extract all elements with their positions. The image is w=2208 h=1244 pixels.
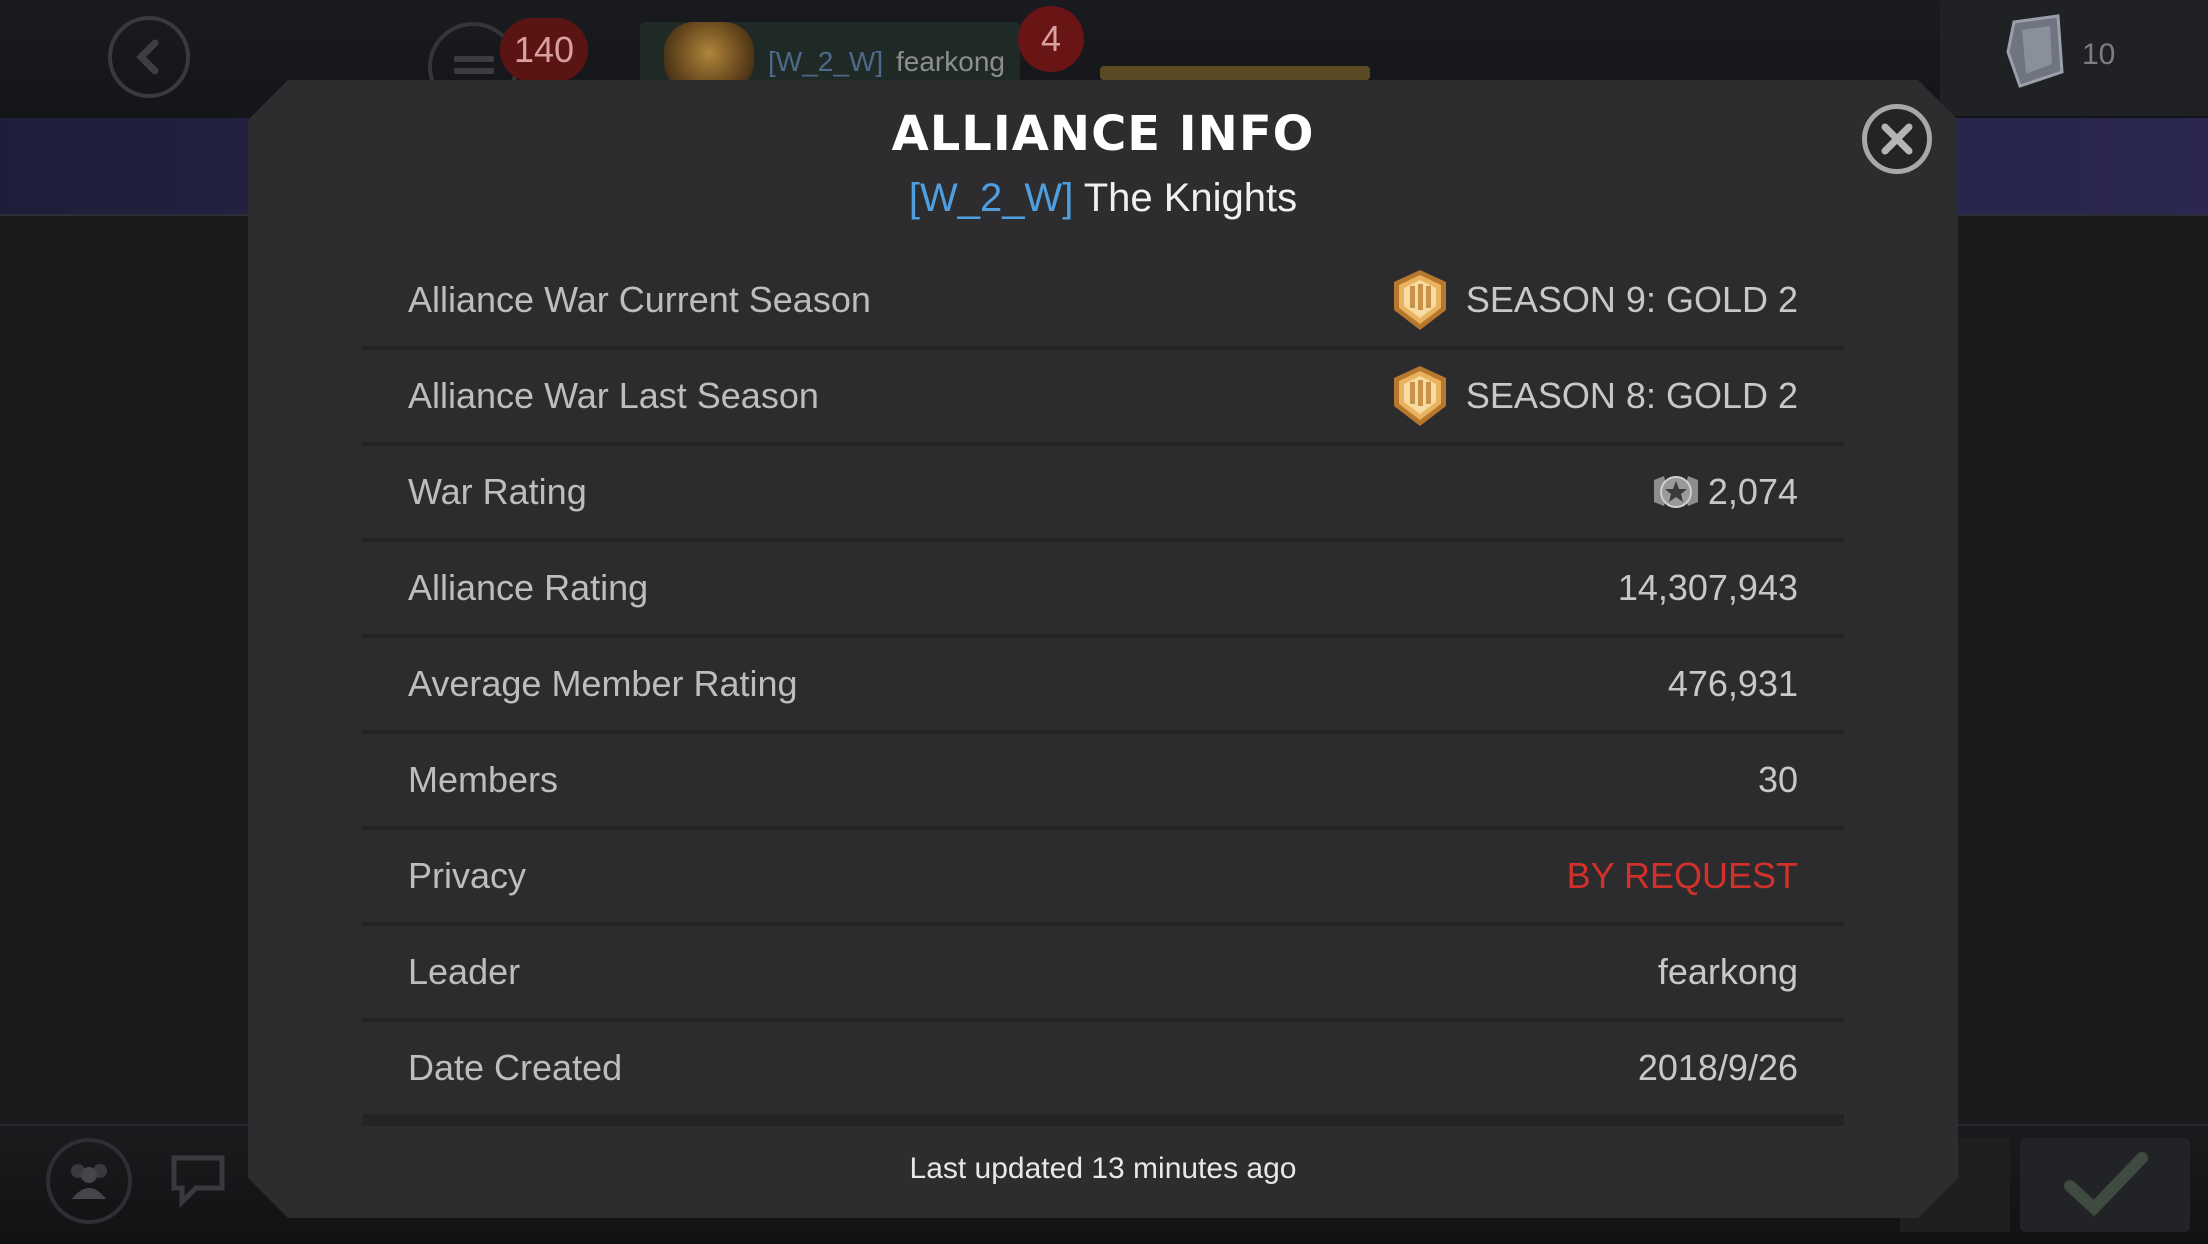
gold-season-icon	[1393, 366, 1446, 426]
gold-bar	[1100, 66, 1370, 80]
row-value-text: 2,074	[1707, 471, 1798, 512]
alliance-tag: [W_2_W]	[908, 176, 1074, 220]
row-label: Average Member Rating	[408, 663, 798, 704]
row-value: SEASON 9: GOLD 2	[1388, 254, 1798, 346]
row-value: 476,931	[1668, 638, 1798, 730]
info-row-last-season: Alliance War Last Season SEASON 8: GOLD …	[362, 350, 1844, 446]
row-value-text: SEASON 9: GOLD 2	[1465, 279, 1798, 320]
alliance-heading: [W_2_W] The Knights	[248, 176, 1958, 221]
row-value: SEASON 8: GOLD 2	[1388, 350, 1798, 442]
row-value: fearkong	[1658, 926, 1798, 1018]
row-value-text: 14,307,943	[1617, 567, 1798, 608]
confirm-button[interactable]	[2020, 1138, 2190, 1232]
top-right-panel	[1940, 0, 2208, 116]
row-label: Alliance War Last Season	[408, 375, 819, 416]
dialog-title: ALLIANCE INFO	[891, 106, 1315, 162]
info-table: Alliance War Current Season SEASON 9: GO…	[362, 254, 1844, 1126]
row-label: Privacy	[408, 855, 527, 896]
checkmark-icon	[2064, 1152, 2148, 1217]
info-row-leader: Leader fearkong	[362, 926, 1844, 1022]
chevron-left-icon	[136, 39, 159, 75]
player-name: fearkong	[896, 46, 1005, 77]
close-icon	[1881, 123, 1913, 155]
back-button[interactable]	[108, 16, 190, 98]
player-badge: 4	[1018, 6, 1084, 72]
info-row-war-rating: War Rating 2,074	[362, 446, 1844, 542]
info-row-alliance-rating: Alliance Rating 14,307,943	[362, 542, 1844, 638]
notification-badge: 140	[500, 18, 588, 82]
row-label: War Rating	[408, 471, 587, 512]
row-value: 14,307,943	[1618, 542, 1798, 634]
row-value: 2,074	[1650, 446, 1798, 538]
crystal-shard-icon	[2006, 14, 2064, 88]
row-label: Members	[408, 759, 559, 800]
team-icon	[71, 1164, 107, 1199]
team-button[interactable]	[46, 1138, 132, 1224]
row-label: Leader	[408, 951, 521, 992]
row-label: Alliance War Current Season	[408, 279, 871, 320]
row-value-text: 2018/9/26	[1637, 1047, 1798, 1088]
war-rating-icon	[1653, 476, 1698, 508]
alliance-name: The Knights	[1083, 176, 1298, 220]
info-row-date-created: Date Created 2018/9/26	[362, 1022, 1844, 1118]
chat-icon[interactable]	[168, 1150, 228, 1210]
info-row-members: Members 30	[362, 734, 1844, 830]
alliance-info-dialog: ALLIANCE INFO [W_2_W] The Knights Allian…	[248, 80, 1958, 1218]
row-label: Date Created	[408, 1047, 623, 1088]
row-value: 2018/9/26	[1638, 1022, 1798, 1114]
row-value: BY REQUEST	[1567, 830, 1798, 922]
row-label: Alliance Rating	[408, 567, 649, 608]
close-button[interactable]	[1862, 104, 1932, 174]
leader-name: fearkong	[1657, 951, 1798, 992]
row-value-text: 476,931	[1667, 663, 1798, 704]
shard-count: 10	[2082, 38, 2116, 71]
player-tag: [W_2_W]	[768, 46, 884, 77]
info-row-average-member-rating: Average Member Rating 476,931	[362, 638, 1844, 734]
privacy-status: BY REQUEST	[1566, 855, 1798, 896]
info-row-privacy: Privacy BY REQUEST	[362, 830, 1844, 926]
gold-season-icon	[1393, 270, 1446, 330]
info-row-current-season: Alliance War Current Season SEASON 9: GO…	[362, 254, 1844, 350]
row-value-text: 30	[1757, 759, 1798, 800]
row-value-text: SEASON 8: GOLD 2	[1465, 375, 1798, 416]
row-value: 30	[1758, 734, 1798, 826]
last-updated-text: Last updated 13 minutes ago	[909, 1152, 1297, 1185]
